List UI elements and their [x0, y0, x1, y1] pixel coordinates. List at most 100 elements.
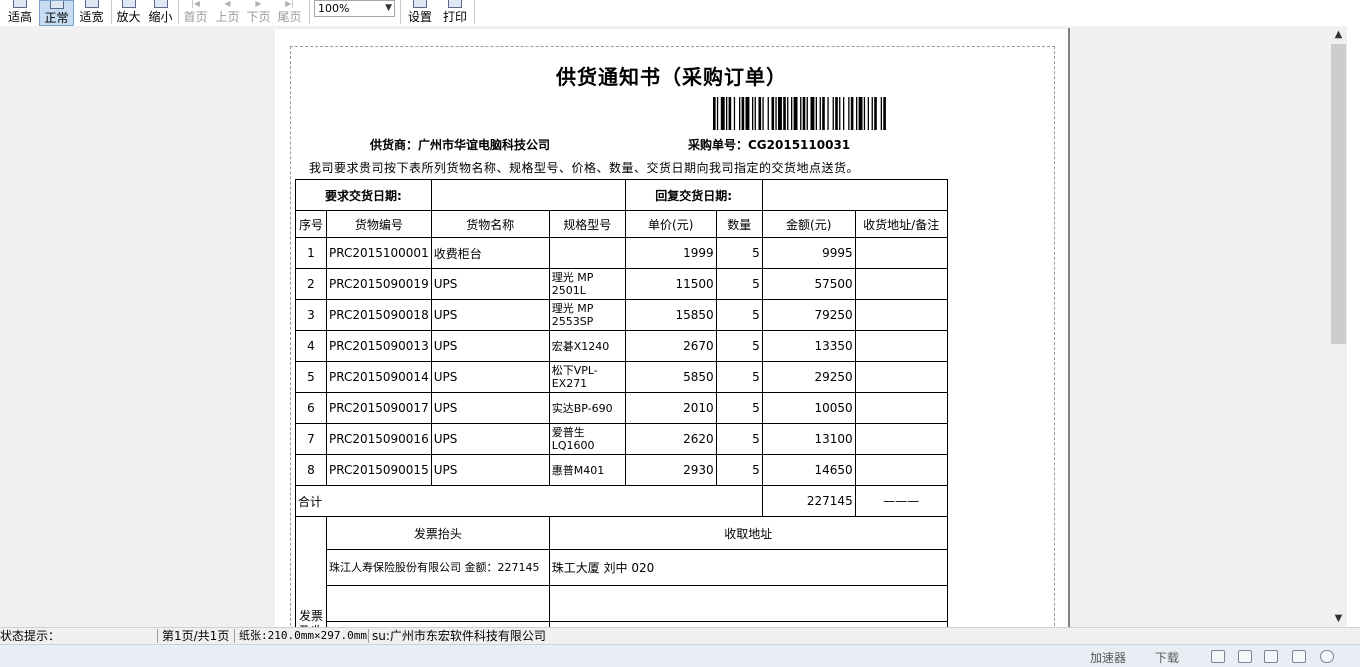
invoice-header-row: 发票及收货地 发票抬头 收取地址: [295, 516, 948, 627]
order-table: 要求交货日期: 回复交货日期: 序号 货物编号 货物名称 规格型号 单价(元) …: [295, 179, 948, 627]
cell-code: PRC2015090017: [326, 392, 432, 424]
receive-address-value: 珠工大厦 刘中 020: [548, 549, 948, 586]
zoom-in-button[interactable]: 放大: [113, 0, 144, 26]
cell-qty: 5: [715, 330, 763, 362]
first-page-button[interactable]: |◀ 首页: [180, 0, 211, 26]
speaker-icon[interactable]: [1264, 650, 1278, 663]
cell-qty: 5: [715, 299, 763, 331]
cell-price: 2930: [624, 454, 717, 486]
total-row: 合计 227145 ———: [295, 485, 948, 517]
prev-page-button[interactable]: ◀ 上页: [212, 0, 243, 26]
cell-amount: 13350: [761, 330, 856, 362]
table-row: 7 PRC2015090016 UPS 爱普生LQ1600 2620 5 13100: [295, 423, 948, 455]
total-amount: 227145: [761, 485, 856, 517]
preview-viewport[interactable]: 供货通知书（采购订单） 供货商：广州市华谊电脑科技公司 采购单号：CG20151…: [0, 26, 1330, 627]
trash-icon[interactable]: [1238, 650, 1252, 663]
vertical-scrollbar[interactable]: ▲ ▼: [1330, 26, 1347, 627]
browser-bottom-bar: 加速器 下载: [0, 644, 1360, 667]
zoom-in-icon: [121, 0, 136, 8]
barcode-bar: [713, 97, 716, 130]
barcode-bar: [787, 97, 789, 130]
column-header: 规格型号: [548, 210, 626, 238]
total-remark: ———: [854, 485, 948, 517]
cell-amount: 10050: [761, 392, 856, 424]
barcode-bar: [863, 97, 866, 130]
screen-icon[interactable]: [1292, 650, 1306, 663]
normal-size-button[interactable]: 正常: [39, 0, 74, 26]
cell-amount: 14650: [761, 454, 856, 486]
settings-button[interactable]: 设置: [404, 0, 436, 26]
zoom-out-label: 缩小: [148, 10, 173, 24]
zoom-select[interactable]: 100% ▼: [314, 0, 395, 17]
barcode-bar: [871, 97, 873, 130]
cell-no: 7: [295, 423, 327, 455]
reply-date-label: 回复交货日期:: [624, 179, 763, 211]
scroll-down-icon[interactable]: ▼: [1330, 610, 1347, 627]
cell-qty: 5: [715, 237, 763, 269]
cell-spec: 理光 MP 2553SP: [548, 299, 626, 331]
window-icon[interactable]: [1211, 650, 1225, 663]
cell-name: 收费柜台: [430, 237, 550, 269]
cell-qty: 5: [715, 392, 763, 424]
prev-page-label: 上页: [215, 10, 240, 24]
status-separator: [234, 629, 235, 643]
barcode-bar: [832, 97, 834, 130]
reply-date-value: [761, 179, 948, 211]
barcode-bar: [835, 97, 838, 130]
fit-height-button[interactable]: 适高: [2, 0, 38, 26]
cell-no: 4: [295, 330, 327, 362]
cell-price: 2620: [624, 423, 717, 455]
scroll-up-icon[interactable]: ▲: [1330, 26, 1347, 43]
cell-qty: 5: [715, 361, 763, 393]
cell-no: 6: [295, 392, 327, 424]
cell-remark: [854, 423, 948, 455]
status-separator: [157, 629, 158, 643]
cell-price: 15850: [624, 299, 717, 331]
barcode-bar: [827, 97, 829, 130]
column-header: 金额(元): [761, 210, 856, 238]
settings-icon: [413, 0, 427, 8]
barcode-bar: [791, 97, 793, 130]
cell-spec: 宏碁X1240: [548, 330, 626, 362]
print-button[interactable]: 打印: [439, 0, 471, 26]
download-icon: [1134, 650, 1148, 663]
rocket-icon: [1070, 650, 1084, 663]
last-page-button[interactable]: ▶| 尾页: [274, 0, 305, 26]
last-page-icon: ▶|: [285, 0, 294, 8]
download-button[interactable]: 下载: [1155, 649, 1179, 666]
cell-spec: 松下VPL-EX271: [548, 361, 626, 393]
cell-remark: [854, 361, 948, 393]
fit-height-label: 适高: [7, 10, 32, 24]
barcode-bar: [858, 97, 863, 130]
cell-amount: 79250: [761, 299, 856, 331]
barcode-bar: [867, 97, 869, 130]
supplier-label: 供货商：广州市华谊电脑科技公司: [370, 138, 551, 152]
toolbar-separator: [309, 0, 310, 24]
barcode-bar: [726, 97, 728, 130]
receive-address-value: [548, 585, 948, 622]
barcode-bar: [843, 97, 845, 130]
table-row: 3 PRC2015090018 UPS 理光 MP 2553SP 15850 5 79250: [295, 299, 948, 331]
cell-spec: 爱普生LQ1600: [548, 423, 626, 455]
intro-text: 我司要求贵司按下表所列货物名称、规格型号、价格、数量、交货日期向我司指定的交货地…: [309, 161, 860, 175]
zoom-out-button[interactable]: 缩小: [145, 0, 176, 26]
cell-name: UPS: [430, 268, 550, 300]
cell-price: 1999: [624, 237, 717, 269]
table-row: 8 PRC2015090015 UPS 惠普M401 2930 5 14650: [295, 454, 948, 486]
invoice-title-value: 珠江人寿保险股份有限公司 金额：227145: [326, 549, 550, 586]
toolbar: 适高 正常 适宽 放大 缩小 |◀ 首页 ◀ 上页 ▶ 下页 ▶| 尾页 100…: [0, 0, 1360, 26]
cell-code: PRC2015100001: [326, 237, 432, 269]
cell-spec: [548, 237, 626, 269]
barcode-bar: [793, 97, 798, 130]
barcode-bar: [771, 97, 775, 130]
next-page-button[interactable]: ▶ 下页: [243, 0, 274, 26]
cell-no: 8: [295, 454, 327, 486]
table-row: 5 PRC2015090014 UPS 松下VPL-EX271 5850 5 29250: [295, 361, 948, 393]
scrollbar-thumb[interactable]: [1331, 44, 1346, 344]
barcode-bar: [720, 97, 725, 130]
report-viewer-window: 适高 正常 适宽 放大 缩小 |◀ 首页 ◀ 上页 ▶ 下页 ▶| 尾页 100…: [0, 0, 1360, 667]
accelerator-button[interactable]: 加速器: [1090, 649, 1126, 666]
zoom-icon[interactable]: [1320, 650, 1334, 663]
fit-width-button[interactable]: 适宽: [75, 0, 108, 26]
cell-name: UPS: [430, 299, 550, 331]
